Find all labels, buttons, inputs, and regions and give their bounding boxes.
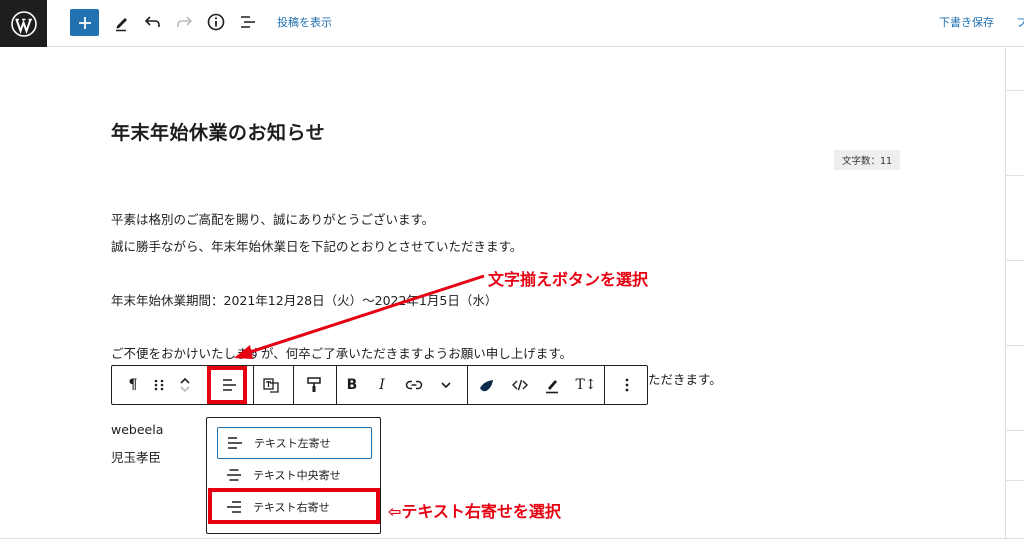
- format-paint-button[interactable]: [301, 366, 327, 404]
- details-button[interactable]: [204, 10, 228, 34]
- editor-top-bar: 投稿を表示 下書き保存 プ: [0, 0, 1024, 47]
- toolbar-separator: [467, 366, 468, 404]
- rail-divider: [1006, 175, 1024, 176]
- sidebar-rail: [1005, 48, 1024, 538]
- highlight-align-button-box: [207, 366, 247, 404]
- ink-drop-icon: [480, 380, 493, 392]
- bold-button[interactable]: B: [340, 366, 364, 404]
- inline-code-button[interactable]: [507, 366, 533, 404]
- drag-handle[interactable]: [148, 366, 170, 404]
- footer-divider: [0, 538, 1024, 539]
- annotation-select-right-align: ⇦テキスト右寄せを選択: [388, 502, 561, 521]
- italic-icon: I: [379, 377, 385, 393]
- link-icon: [405, 380, 423, 390]
- rail-divider: [1006, 345, 1024, 346]
- align-center-option[interactable]: テキスト中央寄せ: [217, 459, 372, 491]
- paragraph-block[interactable]: ご不便をおかけいたしますが、何卒ご了承いただきますようお願い申し上げます。: [111, 343, 572, 362]
- paragraph-block-type-button[interactable]: ¶: [118, 366, 148, 404]
- paragraph-block[interactable]: 誠に勝手ながら、年末年始休業日を下記のとおりとさせていただきます。: [111, 236, 522, 255]
- paragraph-block[interactable]: webeela: [111, 422, 163, 437]
- italic-button[interactable]: I: [370, 366, 394, 404]
- align-left-option[interactable]: テキスト左寄せ: [217, 427, 372, 459]
- paragraph-block-overflow[interactable]: ただきます。: [648, 369, 722, 388]
- bold-icon: B: [346, 377, 358, 393]
- paragraph-block[interactable]: 児玉孝臣: [111, 447, 161, 466]
- code-icon: [512, 379, 528, 391]
- list-view-button[interactable]: [236, 10, 260, 34]
- chevron-down-icon: [441, 382, 451, 389]
- info-icon: [207, 13, 225, 31]
- edit-pencil-button[interactable]: [110, 10, 134, 34]
- chevron-up-down-icon: [180, 377, 190, 393]
- view-post-link[interactable]: 投稿を表示: [277, 14, 332, 30]
- align-center-label: テキスト中央寄せ: [253, 469, 341, 482]
- toolbar-separator: [336, 366, 337, 404]
- more-vertical-icon: [625, 378, 629, 392]
- link-button[interactable]: [401, 366, 427, 404]
- char-count-badge: 文字数：11: [834, 150, 900, 170]
- annotation-select-align-button: 文字揃えボタンを選択: [488, 270, 649, 289]
- rail-divider: [1006, 430, 1024, 431]
- align-left-label: テキスト左寄せ: [254, 437, 331, 450]
- align-center-icon: [227, 469, 241, 481]
- post-title[interactable]: 年末年始休業のお知らせ: [111, 118, 325, 145]
- rail-divider: [1006, 90, 1024, 91]
- options-button[interactable]: [612, 366, 642, 404]
- text-size-icon: T↕: [575, 377, 597, 393]
- drag-handle-icon: [154, 379, 164, 391]
- toolbar-separator: [604, 366, 605, 404]
- wordpress-logo-icon[interactable]: [0, 0, 47, 47]
- rail-divider: [1006, 480, 1024, 481]
- text-color-button[interactable]: [539, 366, 565, 404]
- save-draft-button[interactable]: 下書き保存: [939, 14, 994, 30]
- highlight-button[interactable]: [474, 366, 500, 404]
- toolbar-separator: [253, 366, 254, 404]
- redo-icon: [177, 16, 193, 27]
- paragraph-block[interactable]: 年末年始休業期間：2021年12月28日（火）〜2022年1月5日（水）: [111, 290, 497, 309]
- pencil-icon: [116, 18, 127, 32]
- translate-button[interactable]: [258, 366, 284, 404]
- undo-icon: [144, 16, 160, 27]
- paragraph-block[interactable]: 平素は格別のご高配を賜り、誠にありがとうございます。: [111, 209, 434, 228]
- redo-button[interactable]: [172, 10, 196, 34]
- highlight-right-align-box: [208, 488, 380, 524]
- align-left-icon: [228, 437, 242, 449]
- plus-icon: [78, 16, 91, 29]
- block-toolbar: ¶ B I T↕: [111, 365, 648, 405]
- marker-icon: [546, 380, 558, 394]
- font-size-button[interactable]: T↕: [571, 366, 601, 404]
- undo-button[interactable]: [141, 10, 165, 34]
- rail-divider: [1006, 260, 1024, 261]
- list-view-icon: [241, 16, 255, 28]
- paint-roller-icon: [307, 377, 321, 392]
- preview-button-partial[interactable]: プ: [1016, 14, 1024, 30]
- add-block-button[interactable]: [70, 9, 99, 36]
- translate-icon: [263, 378, 279, 393]
- move-up-down-buttons[interactable]: [174, 366, 196, 404]
- toolbar-separator: [293, 366, 294, 404]
- paragraph-icon: ¶: [128, 377, 138, 393]
- more-formats-button[interactable]: [434, 366, 458, 404]
